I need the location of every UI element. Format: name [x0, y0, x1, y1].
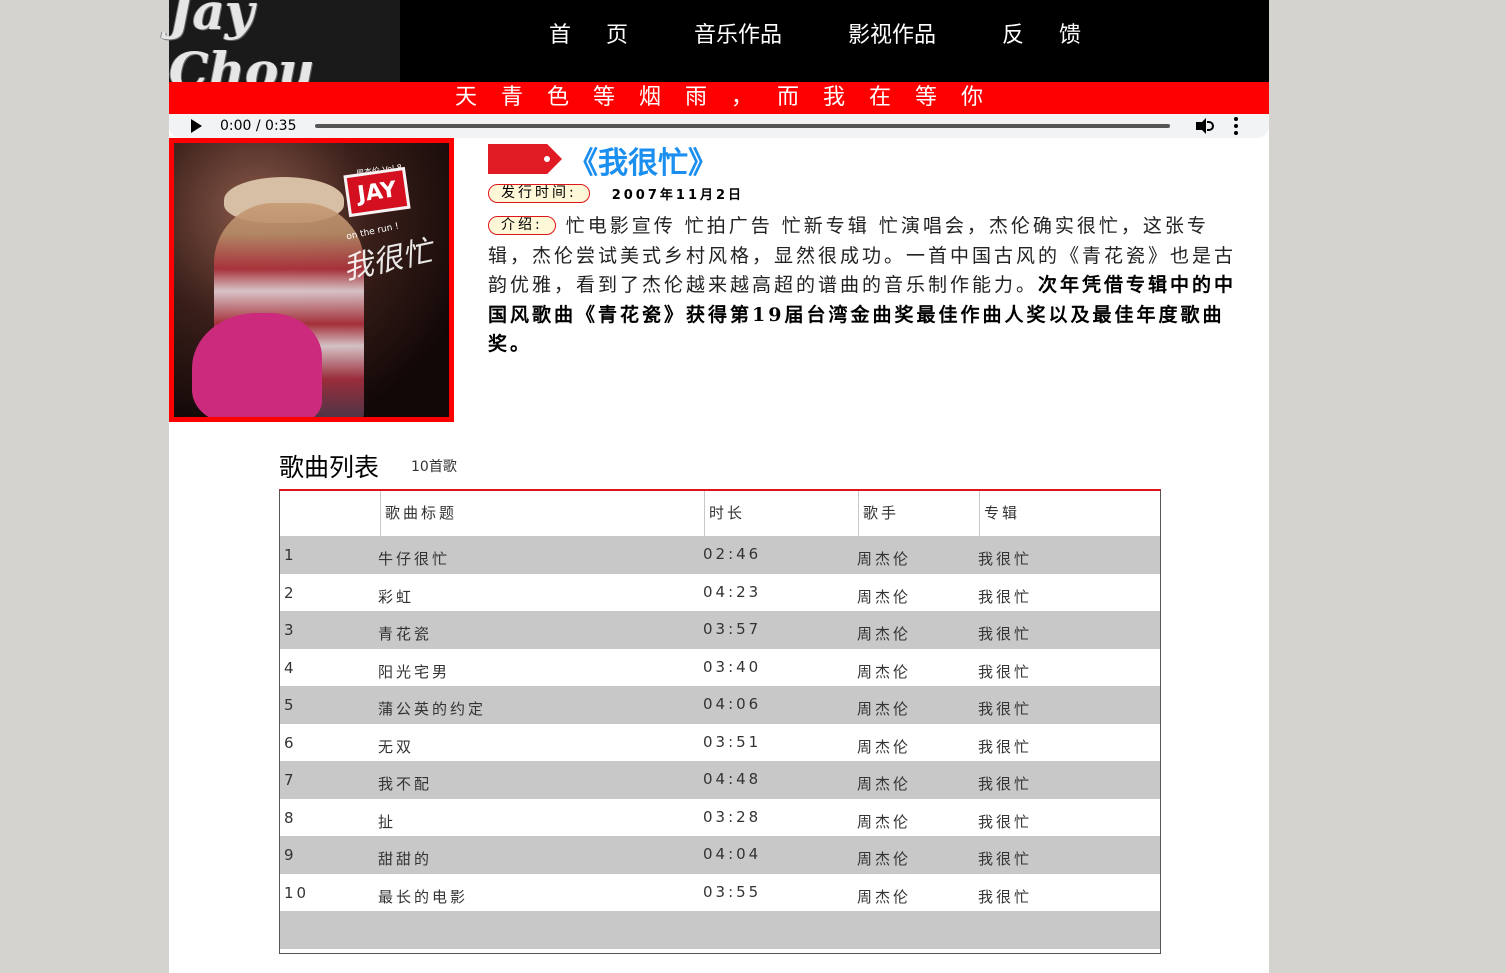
- song-number: 1: [284, 546, 297, 564]
- album-title: 《我很忙》: [568, 146, 718, 181]
- song-album: 我很忙: [978, 775, 1033, 793]
- cover-badge: JAY: [343, 166, 411, 218]
- table-row[interactable]: 6 无双 03:51 周杰伦 我很忙: [280, 724, 1160, 762]
- song-album: 我很忙: [978, 625, 1033, 643]
- album-cover: 周杰伦 Vol.8 JAY on the run ! 我很忙: [169, 138, 454, 422]
- table-row-empty: [280, 911, 1160, 949]
- release-label: 发行时间:: [488, 184, 590, 203]
- tag-icon: [488, 144, 562, 174]
- nav-music[interactable]: 音乐作品: [694, 17, 782, 49]
- song-album: 我很忙: [978, 700, 1033, 718]
- album-intro: 介绍: 忙电影宣传 忙拍广告 忙新专辑 忙演唱会，杰伦确实很忙，这张专辑，杰伦尝试…: [488, 212, 1250, 360]
- header-num: [280, 491, 380, 536]
- main-nav: 首 页 音乐作品 影视作品 反 馈: [549, 0, 1147, 66]
- song-artist: 周杰伦: [857, 737, 912, 756]
- header-duration: 时长: [704, 491, 858, 536]
- table-row[interactable]: 5 蒲公英的约定 04:06 周杰伦 我很忙: [280, 686, 1160, 724]
- song-duration: 03:28: [703, 807, 762, 826]
- song-number: 4: [284, 658, 297, 677]
- release-info: 发行时间: 2007年11月2日: [488, 184, 744, 203]
- song-number: 6: [284, 733, 297, 752]
- nav-home[interactable]: 首 页: [549, 17, 642, 49]
- header-title: 歌曲标题: [380, 491, 704, 536]
- song-duration: 02:46: [703, 545, 762, 563]
- page: Jay Chou 首 页 音乐作品 影视作品 反 馈 天青色等烟雨，而我在等你 …: [169, 0, 1269, 973]
- song-title: 无双: [378, 737, 415, 756]
- song-duration: 04:48: [703, 770, 762, 788]
- song-duration: 03:57: [703, 620, 762, 638]
- song-album: 我很忙: [978, 662, 1033, 681]
- song-duration: 04:06: [703, 695, 762, 713]
- song-title: 蒲公英的约定: [378, 700, 487, 718]
- song-duration: 04:23: [703, 582, 762, 601]
- table-row[interactable]: 10 最长的电影 03:55 周杰伦 我很忙: [280, 874, 1160, 912]
- volume-icon[interactable]: [1195, 118, 1214, 134]
- release-date: 2007年11月2日: [611, 188, 745, 203]
- song-artist: 周杰伦: [857, 775, 912, 793]
- audio-player: 0:00 / 0:35: [169, 114, 1269, 138]
- song-number: 8: [284, 808, 297, 827]
- song-number: 9: [284, 846, 297, 864]
- cover-horse: [192, 313, 322, 417]
- logo[interactable]: Jay Chou: [169, 0, 400, 100]
- song-number: 2: [284, 583, 297, 602]
- song-number: 10: [284, 883, 310, 902]
- song-album: 我很忙: [978, 737, 1033, 756]
- table-row[interactable]: 9 甜甜的 04:04 周杰伦 我很忙: [280, 836, 1160, 874]
- nav-feedback[interactable]: 反 馈: [1002, 17, 1095, 49]
- header-artist: 歌手: [858, 491, 979, 536]
- table-row[interactable]: 4 阳光宅男 03:40 周杰伦 我很忙: [280, 649, 1160, 687]
- song-number: 3: [284, 621, 297, 639]
- song-artist: 周杰伦: [857, 587, 912, 606]
- intro-label: 介绍:: [488, 216, 556, 235]
- audio-progress-bar[interactable]: [314, 124, 1170, 128]
- song-number: 7: [284, 771, 297, 789]
- table-header: 歌曲标题 时长 歌手 专辑: [280, 491, 1160, 536]
- song-duration: 03:40: [703, 657, 762, 676]
- song-album: 我很忙: [978, 550, 1033, 568]
- song-album: 我很忙: [978, 587, 1033, 606]
- song-duration: 03:51: [703, 732, 762, 751]
- song-artist: 周杰伦: [857, 850, 912, 868]
- song-title: 最长的电影: [378, 887, 469, 906]
- play-icon[interactable]: [191, 119, 202, 133]
- song-artist: 周杰伦: [857, 887, 912, 906]
- table-row[interactable]: 3 青花瓷 03:57 周杰伦 我很忙: [280, 611, 1160, 649]
- more-options-icon[interactable]: [1233, 117, 1238, 135]
- header: Jay Chou 首 页 音乐作品 影视作品 反 馈: [169, 0, 1269, 100]
- song-table: 歌曲标题 时长 歌手 专辑 1 牛仔很忙 02:46 周杰伦 我很忙 2 彩虹 …: [279, 489, 1161, 954]
- song-title: 阳光宅男: [378, 662, 451, 681]
- song-artist: 周杰伦: [857, 625, 912, 643]
- song-artist: 周杰伦: [857, 700, 912, 718]
- table-row[interactable]: 2 彩虹 04:23 周杰伦 我很忙: [280, 574, 1160, 612]
- song-count: 10首歌: [411, 459, 457, 475]
- table-row[interactable]: 8 扯 03:28 周杰伦 我很忙: [280, 799, 1160, 837]
- song-title: 甜甜的: [378, 850, 433, 868]
- song-album: 我很忙: [978, 850, 1033, 868]
- song-number: 5: [284, 696, 297, 714]
- song-artist: 周杰伦: [857, 812, 912, 831]
- table-row[interactable]: 7 我不配 04:48 周杰伦 我很忙: [280, 761, 1160, 799]
- song-artist: 周杰伦: [857, 662, 912, 681]
- song-title: 我不配: [378, 775, 433, 793]
- header-album: 专辑: [979, 491, 1160, 536]
- song-duration: 04:04: [703, 845, 762, 863]
- audio-time: 0:00 / 0:35: [220, 118, 297, 134]
- song-album: 我很忙: [978, 812, 1033, 831]
- song-rows: 1 牛仔很忙 02:46 周杰伦 我很忙 2 彩虹 04:23 周杰伦 我很忙 …: [280, 536, 1160, 949]
- song-title: 青花瓷: [378, 625, 433, 643]
- song-title: 扯: [378, 812, 397, 831]
- table-row[interactable]: 1 牛仔很忙 02:46 周杰伦 我很忙: [280, 536, 1160, 574]
- song-title: 牛仔很忙: [378, 550, 451, 568]
- song-album: 我很忙: [978, 887, 1033, 906]
- song-artist: 周杰伦: [857, 550, 912, 568]
- song-list-title: 歌曲列表: [279, 453, 380, 482]
- song-duration: 03:55: [703, 882, 762, 901]
- song-title: 彩虹: [378, 587, 415, 606]
- lyric-banner: 天青色等烟雨，而我在等你: [169, 82, 1269, 114]
- nav-film[interactable]: 影视作品: [848, 17, 936, 49]
